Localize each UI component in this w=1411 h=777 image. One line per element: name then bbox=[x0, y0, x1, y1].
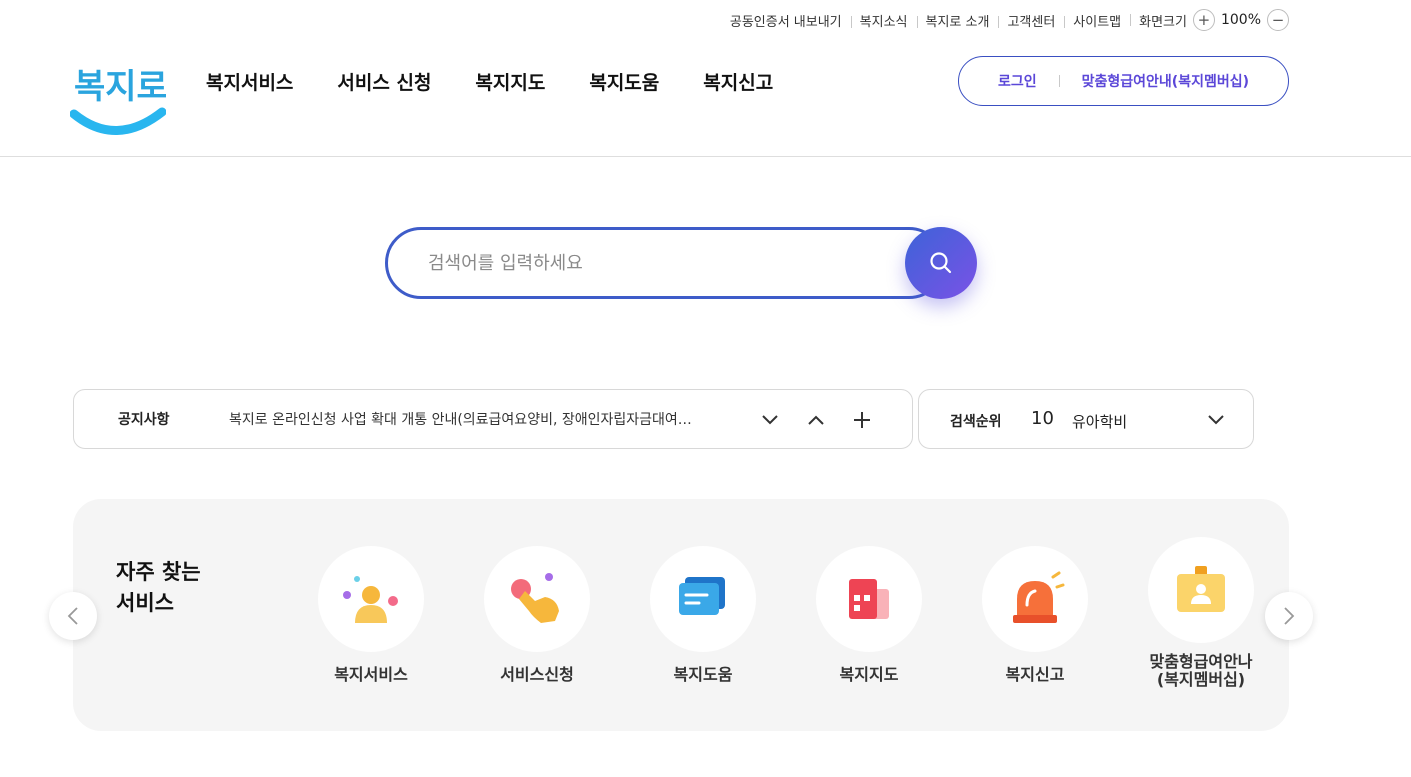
service-label: 서비스신청 bbox=[500, 665, 574, 684]
notice-label: 공지사항 bbox=[118, 412, 170, 428]
siren-icon bbox=[1013, 571, 1065, 623]
search-button[interactable] bbox=[905, 227, 977, 299]
logo-mark: 복지로 bbox=[69, 67, 168, 135]
sitemap-link[interactable]: 사이트맵 bbox=[1064, 11, 1130, 30]
service-apply[interactable]: 서비스신청 bbox=[467, 546, 607, 684]
utility-bar: 공동인증서 내보내기 복지소식 복지로 소개 고객센터 사이트맵 화면크기 + … bbox=[721, 8, 1289, 32]
carousel-next-button[interactable] bbox=[1265, 592, 1313, 640]
service-report[interactable]: 복지신고 bbox=[965, 546, 1105, 684]
service-label: 맞춤형급여안나 (복지멤버십) bbox=[1131, 653, 1271, 689]
membership-button[interactable]: 맞춤형급여안내(복지멤버십) bbox=[1060, 71, 1271, 91]
frequent-services: 자주 찾는 서비스 복지서비스 서비스신청 복지도움 복지지도 복지신고 맞춤형… bbox=[73, 499, 1289, 731]
site-logo[interactable]: 복지로 bbox=[69, 52, 168, 140]
frequent-title-line2: 서비스 bbox=[116, 591, 174, 615]
service-label: 복지서비스 bbox=[334, 665, 408, 684]
frequent-title-line1: 자주 찾는 bbox=[116, 560, 201, 584]
rank-keyword[interactable]: 유아학비 bbox=[1072, 411, 1127, 432]
service-welfare[interactable]: 복지서비스 bbox=[301, 546, 441, 684]
chevron-down-icon bbox=[762, 415, 778, 425]
zoom-control: 화면크기 + 100% − bbox=[1130, 9, 1289, 31]
zoom-label: 화면크기 bbox=[1139, 14, 1187, 30]
service-label: 복지도움 bbox=[673, 665, 733, 684]
notice-text[interactable]: 복지로 온라인신청 사업 확대 개통 안내(의료급여요양비, 장애인자립자금대여… bbox=[229, 409, 729, 429]
welfare-news-link[interactable]: 복지소식 bbox=[850, 11, 917, 30]
service-help[interactable]: 복지도움 bbox=[633, 546, 773, 684]
rank-label: 검색순위 bbox=[950, 414, 1002, 430]
notice-bar: 공지사항 복지로 온라인신청 사업 확대 개통 안내(의료급여요양비, 장애인자… bbox=[73, 389, 913, 449]
chat-card-icon bbox=[679, 577, 725, 615]
service-label: 복지지도 bbox=[839, 665, 899, 684]
header-divider bbox=[0, 156, 1411, 157]
nav-welfare-service[interactable]: 복지서비스 bbox=[206, 68, 293, 95]
nav-welfare-map[interactable]: 복지지도 bbox=[475, 68, 545, 95]
service-icon-circle bbox=[484, 546, 590, 652]
search-icon bbox=[930, 252, 952, 274]
nav-welfare-report[interactable]: 복지신고 bbox=[703, 68, 773, 95]
search-bar bbox=[385, 227, 977, 299]
rank-number: 10 bbox=[1031, 408, 1054, 429]
service-icon-circle bbox=[816, 546, 922, 652]
cert-export-link[interactable]: 공동인증서 내보내기 bbox=[721, 11, 851, 30]
notice-more-button[interactable] bbox=[850, 408, 874, 432]
zoom-value: 100% bbox=[1220, 12, 1261, 28]
zoom-in-button[interactable]: + bbox=[1192, 9, 1215, 31]
chevron-up-icon bbox=[808, 415, 824, 425]
nav-welfare-help[interactable]: 복지도움 bbox=[589, 68, 659, 95]
customer-center-link[interactable]: 고객센터 bbox=[998, 11, 1064, 30]
service-icon-circle bbox=[1148, 537, 1254, 643]
notice-prev-button[interactable] bbox=[804, 408, 828, 432]
zoom-out-button[interactable]: − bbox=[1267, 9, 1289, 31]
service-icon-circle bbox=[318, 546, 424, 652]
search-rank-box: 검색순위 10 유아학비 bbox=[918, 389, 1254, 449]
service-label-line2: (복지멤버십) bbox=[1156, 670, 1246, 689]
nav-service-apply[interactable]: 서비스 신청 bbox=[337, 68, 431, 95]
chevron-right-icon bbox=[1284, 607, 1295, 625]
rank-expand-button[interactable] bbox=[1204, 408, 1228, 432]
service-map[interactable]: 복지지도 bbox=[799, 546, 939, 684]
hand-pointer-icon bbox=[511, 573, 559, 623]
about-link[interactable]: 복지로 소개 bbox=[916, 11, 999, 30]
search-input[interactable] bbox=[385, 227, 945, 299]
account-box: 로그인 맞춤형급여안내(복지멤버십) bbox=[958, 56, 1289, 106]
login-button[interactable]: 로그인 bbox=[976, 71, 1059, 91]
person-icon bbox=[343, 576, 398, 623]
service-label-line1: 맞춤형급여안나 bbox=[1149, 652, 1253, 671]
membership-card-icon bbox=[1177, 566, 1225, 612]
plus-icon bbox=[854, 412, 870, 428]
building-map-icon bbox=[849, 579, 889, 619]
service-membership[interactable]: 맞춤형급여안나 (복지멤버십) bbox=[1131, 537, 1271, 689]
main-nav: 복지서비스 서비스 신청 복지지도 복지도움 복지신고 bbox=[206, 68, 773, 95]
logo-text: 복지로 bbox=[74, 67, 166, 107]
notice-next-button[interactable] bbox=[758, 408, 782, 432]
chevron-down-icon bbox=[1208, 415, 1224, 425]
service-icon-circle bbox=[650, 546, 756, 652]
frequent-title: 자주 찾는 서비스 bbox=[116, 557, 236, 619]
service-icon-circle bbox=[982, 546, 1088, 652]
carousel-prev-button[interactable] bbox=[49, 592, 97, 640]
service-label: 복지신고 bbox=[1005, 665, 1065, 684]
chevron-left-icon bbox=[67, 607, 78, 625]
